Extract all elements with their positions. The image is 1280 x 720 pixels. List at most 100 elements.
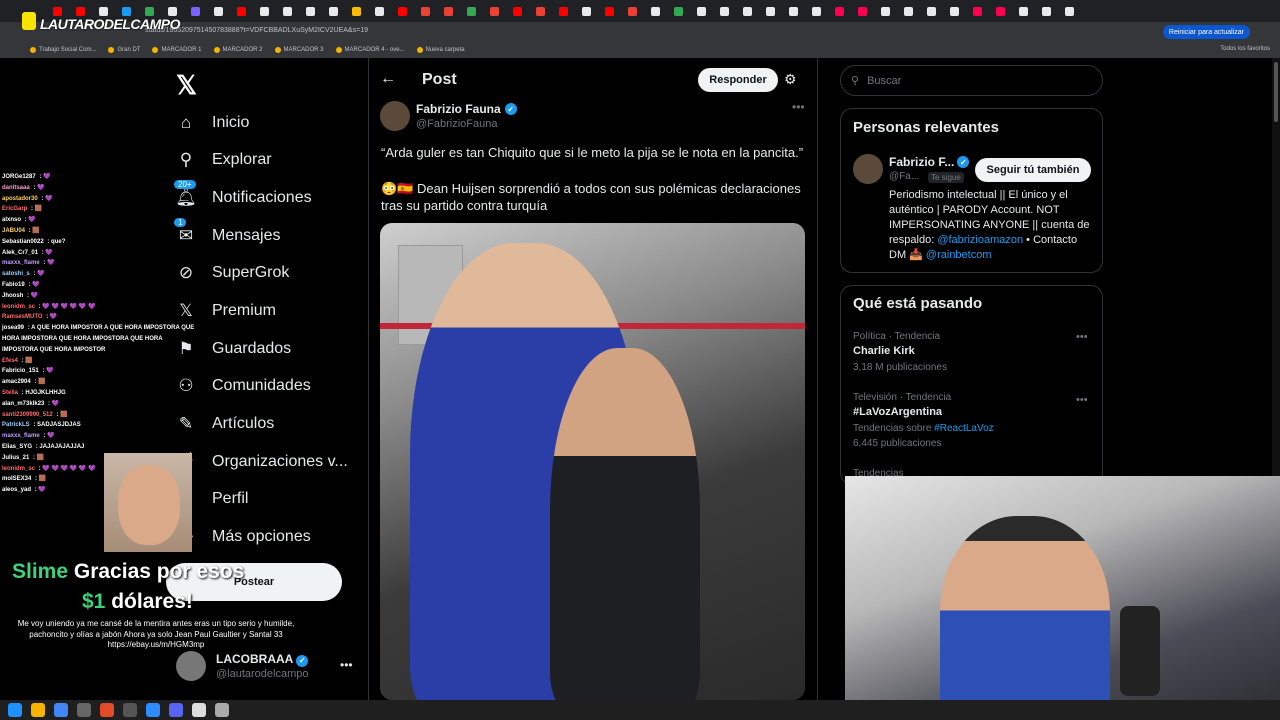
back-arrow-icon[interactable]: ←	[380, 70, 396, 88]
bookmark-item[interactable]: MARCADOR 2	[213, 47, 263, 53]
taskbar-app-icon[interactable]	[192, 703, 206, 717]
browser-tab[interactable]	[621, 2, 644, 20]
browser-tab[interactable]	[989, 2, 1012, 20]
browser-tab[interactable]	[667, 2, 690, 20]
browser-tab[interactable]	[460, 2, 483, 20]
nav-item-inicio[interactable]: ⌂ Inicio	[176, 113, 250, 133]
browser-tab[interactable]	[690, 2, 713, 20]
browser-tab[interactable]	[920, 2, 943, 20]
profile-name[interactable]: LACOBRAAA ✓	[216, 652, 309, 667]
browser-tab[interactable]	[1035, 2, 1058, 20]
taskbar-app-icon[interactable]	[215, 703, 229, 717]
update-button[interactable]: Reiniciar para actualizar	[1162, 25, 1250, 39]
bookmark-item[interactable]: MARCADOR 4 - ove...	[335, 47, 405, 53]
tab-favicon-icon	[191, 6, 200, 16]
taskbar-app-icon[interactable]	[146, 703, 160, 717]
sliders-icon[interactable]: ⚙	[784, 71, 797, 88]
tab-favicon-icon	[260, 6, 269, 16]
bookmark-item[interactable]: Gran DT	[108, 47, 140, 53]
browser-tab[interactable]	[506, 2, 529, 20]
browser-tab[interactable]	[391, 2, 414, 20]
browser-tab[interactable]	[552, 2, 575, 20]
chat-text: 💜	[45, 195, 53, 202]
nav-item-m-s-opciones[interactable]: ⋯Más opciones	[176, 527, 311, 547]
browser-tab[interactable]	[184, 2, 207, 20]
search-input[interactable]: ⚲ Buscar	[840, 65, 1103, 96]
tab-favicon-icon	[1019, 6, 1028, 16]
nav-item-label: Más opciones	[212, 528, 311, 545]
scrollbar-thumb[interactable]	[1274, 62, 1278, 122]
author-avatar[interactable]	[380, 101, 410, 131]
trend-link[interactable]: #ReactLaVoz	[934, 423, 994, 434]
chat-message: alan_m73klk23 : 💜	[2, 399, 198, 410]
post-image[interactable]	[380, 223, 805, 700]
all-bookmarks[interactable]: Todos los favoritos	[1220, 46, 1270, 52]
reply-button[interactable]: Responder	[698, 68, 778, 92]
nav-item-organizaciones-v[interactable]: ⚡Organizaciones v...	[175, 452, 347, 472]
bookmark-folder[interactable]: Nueva carpeta	[416, 47, 465, 53]
trend-name[interactable]: #LaVozArgentina	[853, 406, 942, 418]
chat-message: JABU04 : 🟫	[2, 226, 198, 237]
trend-name[interactable]: Charlie Kirk	[853, 345, 915, 357]
browser-tab[interactable]	[851, 2, 874, 20]
browser-address-bar[interactable]: status/1965209751450783888?t=VDFCBBADLXu…	[0, 22, 1280, 42]
browser-tab[interactable]	[1058, 2, 1081, 20]
browser-tab[interactable]	[322, 2, 345, 20]
bio-link[interactable]: @rainbetcom	[926, 249, 992, 261]
browser-tab[interactable]	[805, 2, 828, 20]
browser-tab[interactable]	[253, 2, 276, 20]
taskbar-app-icon[interactable]	[123, 703, 137, 717]
browser-tab[interactable]	[437, 2, 460, 20]
more-icon[interactable]: •••	[340, 658, 353, 672]
browser-tab[interactable]	[529, 2, 552, 20]
browser-tab[interactable]	[1012, 2, 1035, 20]
browser-tab[interactable]	[207, 2, 230, 20]
profile-handle: @lautarodelcampo	[216, 668, 309, 680]
bio-link[interactable]: @fabrizioamazon	[937, 234, 1023, 246]
relevant-avatar[interactable]	[853, 154, 883, 184]
bookmark-item[interactable]: MARCADOR 1	[152, 47, 202, 53]
bookmark-item[interactable]: MARCADOR 3	[274, 47, 324, 53]
browser-tab[interactable]	[966, 2, 989, 20]
chat-username: EricGarp	[2, 206, 28, 213]
browser-tab[interactable]	[483, 2, 506, 20]
taskbar-app-icon[interactable]	[54, 703, 68, 717]
browser-tab[interactable]	[299, 2, 322, 20]
browser-tab[interactable]	[230, 2, 253, 20]
browser-tab[interactable]	[874, 2, 897, 20]
profile-avatar[interactable]	[176, 651, 206, 681]
more-icon[interactable]: •••	[1076, 394, 1088, 406]
nav-item-explorar[interactable]: ⚲ Explorar	[176, 150, 272, 170]
chat-username: Alek_Cr7_01	[2, 249, 39, 256]
browser-tab[interactable]	[736, 2, 759, 20]
author-name[interactable]: Fabrizio Fauna ✓	[416, 102, 517, 116]
browser-tab[interactable]	[713, 2, 736, 20]
browser-tab[interactable]	[414, 2, 437, 20]
taskbar-app-icon[interactable]	[31, 703, 45, 717]
browser-tab[interactable]	[782, 2, 805, 20]
more-icon[interactable]: •••	[1076, 331, 1088, 343]
author-handle[interactable]: @FabrizioFauna	[416, 118, 497, 130]
taskbar-app-icon[interactable]	[169, 703, 183, 717]
chat-username: Fabricio_151	[2, 368, 39, 375]
chat-text: 💜 💜 💜 💜 💜 💜	[42, 465, 96, 472]
donation-message: Me voy uniendo ya me cansé de la mentira…	[17, 619, 295, 649]
bookmark-item[interactable]: Trabajo Social Com...	[30, 47, 96, 53]
x-logo-icon[interactable]: 𝕏	[176, 70, 197, 101]
browser-tab[interactable]	[598, 2, 621, 20]
browser-tab[interactable]	[828, 2, 851, 20]
browser-tab[interactable]	[897, 2, 920, 20]
follow-back-button[interactable]: Seguir tú también	[975, 158, 1091, 182]
relevant-name[interactable]: Fabrizio F... ✓	[889, 155, 970, 169]
more-icon[interactable]: •••	[792, 100, 805, 114]
taskbar-app-icon[interactable]	[100, 703, 114, 717]
browser-tab[interactable]	[943, 2, 966, 20]
browser-tab[interactable]	[759, 2, 782, 20]
browser-tab[interactable]	[345, 2, 368, 20]
browser-tab[interactable]	[575, 2, 598, 20]
taskbar-app-icon[interactable]	[77, 703, 91, 717]
browser-tab[interactable]	[644, 2, 667, 20]
taskbar-app-icon[interactable]	[8, 703, 22, 717]
browser-tab[interactable]	[368, 2, 391, 20]
browser-tab[interactable]	[276, 2, 299, 20]
